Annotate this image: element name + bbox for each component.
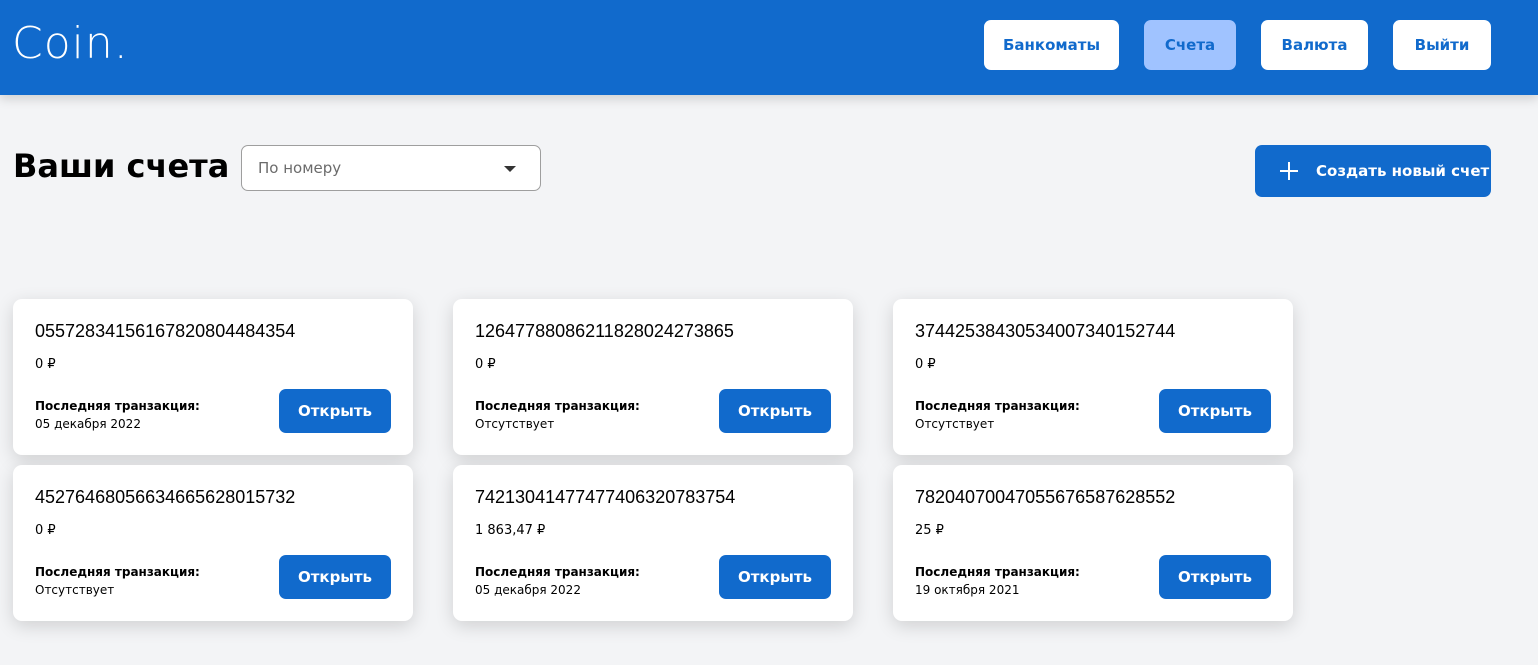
nav-accounts-button[interactable]: Счета bbox=[1144, 20, 1236, 70]
account-number: 12647788086211828024273865 bbox=[475, 321, 734, 341]
last-transaction-date: Отсутствует bbox=[475, 417, 555, 431]
plus-icon bbox=[1280, 162, 1298, 180]
account-balance: 0 ₽ bbox=[915, 357, 936, 372]
nav-logout-button[interactable]: Выйти bbox=[1393, 20, 1491, 70]
account-card: 74213041477477406320783754 1 863,47 ₽ По… bbox=[453, 465, 853, 621]
nav-atms-button[interactable]: Банкоматы bbox=[984, 20, 1119, 70]
last-transaction-date: Отсутствует bbox=[915, 417, 995, 431]
open-account-button[interactable]: Открыть bbox=[719, 555, 831, 599]
account-number: 78204070047055676587628552 bbox=[915, 487, 1176, 507]
account-number: 05572834156167820804484354 bbox=[35, 321, 296, 341]
last-transaction-label: Последняя транзакция: bbox=[35, 565, 200, 579]
account-card: 78204070047055676587628552 25 ₽ Последня… bbox=[893, 465, 1293, 621]
chevron-down-icon bbox=[504, 166, 516, 172]
create-account-label: Создать новый счет bbox=[1316, 162, 1490, 180]
account-balance: 1 863,47 ₽ bbox=[475, 523, 546, 538]
app-header: Coin. Банкоматы Счета Валюта Выйти bbox=[0, 0, 1538, 95]
account-card: 05572834156167820804484354 0 ₽ Последняя… bbox=[13, 299, 413, 455]
account-number: 74213041477477406320783754 bbox=[475, 487, 736, 507]
account-number: 37442538430534007340152744 bbox=[915, 321, 1176, 341]
open-account-button[interactable]: Открыть bbox=[1159, 389, 1271, 433]
last-transaction-label: Последняя транзакция: bbox=[915, 399, 1080, 413]
sort-select[interactable]: По номеру bbox=[241, 145, 541, 191]
open-account-button[interactable]: Открыть bbox=[279, 389, 391, 433]
account-number: 45276468056634665628015732 bbox=[35, 487, 296, 507]
last-transaction-date: 19 октября 2021 bbox=[915, 583, 1020, 597]
sort-select-value: По номеру bbox=[258, 159, 342, 177]
account-balance: 0 ₽ bbox=[35, 357, 56, 372]
open-account-button[interactable]: Открыть bbox=[279, 555, 391, 599]
account-card: 37442538430534007340152744 0 ₽ Последняя… bbox=[893, 299, 1293, 455]
account-balance: 0 ₽ bbox=[35, 523, 56, 538]
account-balance: 0 ₽ bbox=[475, 357, 496, 372]
account-card: 12647788086211828024273865 0 ₽ Последняя… bbox=[453, 299, 853, 455]
logo: Coin. bbox=[12, 18, 129, 69]
last-transaction-label: Последняя транзакция: bbox=[475, 565, 640, 579]
last-transaction-label: Последняя транзакция: bbox=[35, 399, 200, 413]
open-account-button[interactable]: Открыть bbox=[719, 389, 831, 433]
last-transaction-label: Последняя транзакция: bbox=[475, 399, 640, 413]
open-account-button[interactable]: Открыть bbox=[1159, 555, 1271, 599]
last-transaction-date: Отсутствует bbox=[35, 583, 115, 597]
account-balance: 25 ₽ bbox=[915, 523, 944, 538]
page-title: Ваши счета bbox=[13, 147, 230, 185]
account-card: 45276468056634665628015732 0 ₽ Последняя… bbox=[13, 465, 413, 621]
nav-currency-button[interactable]: Валюта bbox=[1261, 20, 1368, 70]
last-transaction-date: 05 декабря 2022 bbox=[475, 583, 581, 597]
create-account-button[interactable]: Создать новый счет bbox=[1255, 145, 1491, 197]
last-transaction-label: Последняя транзакция: bbox=[915, 565, 1080, 579]
last-transaction-date: 05 декабря 2022 bbox=[35, 417, 141, 431]
